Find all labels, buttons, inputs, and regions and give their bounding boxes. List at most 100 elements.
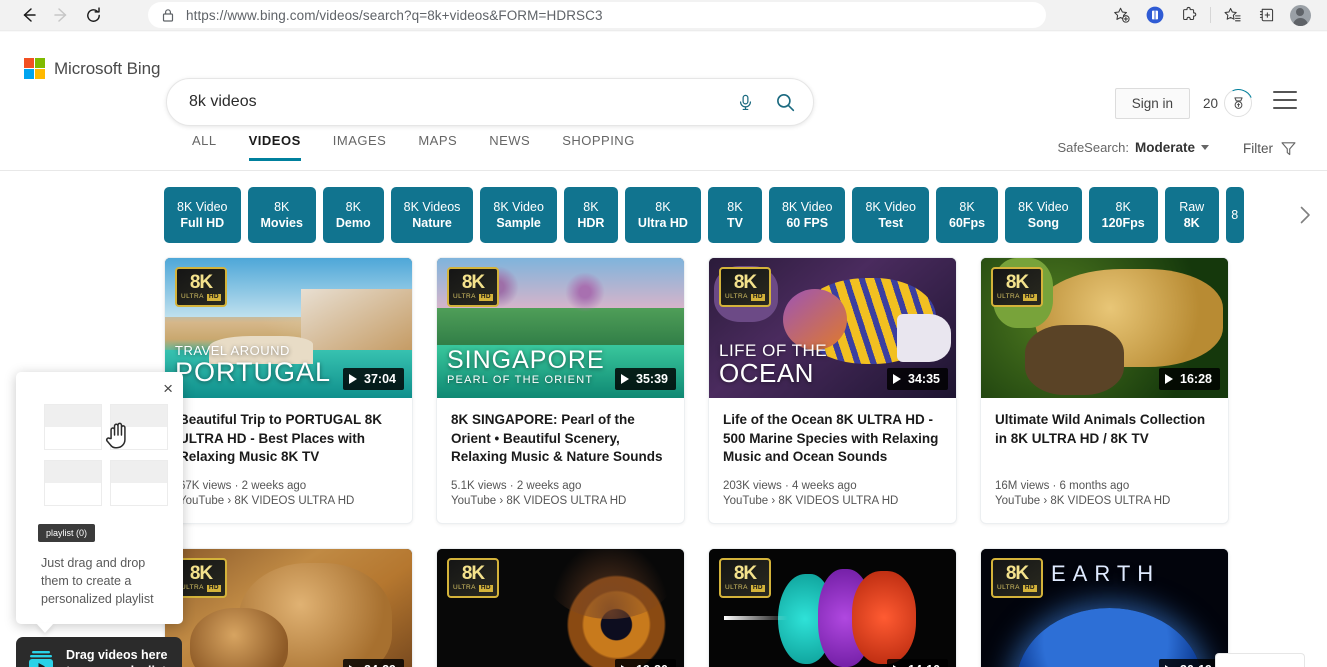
address-bar[interactable]: https://www.bing.com/videos/search?q=8k+… (148, 2, 1046, 28)
playlist-drop-bar[interactable]: Drag videos here to save a playlist (16, 637, 182, 667)
video-title[interactable]: Beautiful Trip to PORTUGAL 8K ULTRA HD -… (179, 411, 398, 467)
related-pill-8k-ultra-hd[interactable]: 8K Ultra HD (625, 187, 701, 243)
profile-button[interactable] (1283, 1, 1317, 29)
favorites-button[interactable] (1215, 1, 1249, 29)
video-thumbnail[interactable]: 8K ULTRA HD EARTH 30:19 (981, 549, 1228, 667)
video-title[interactable]: Ultimate Wild Animals Collection in 8K U… (995, 411, 1214, 467)
pill-line-1: 8K Videos (404, 199, 461, 215)
related-pill-8k-videos-nature[interactable]: 8K Videos Nature (391, 187, 474, 243)
badge-hd-text: HD (751, 294, 765, 301)
pill-line-1: 8 (1231, 207, 1238, 223)
badge-ultra-text: ULTRA (725, 294, 748, 301)
close-icon[interactable]: × (163, 380, 173, 397)
related-pill-8k-hdr[interactable]: 8K HDR (564, 187, 618, 243)
video-duration-badge: 37:04 (343, 368, 404, 390)
video-thumbnail[interactable]: 8K ULTRA HD 19:30 (437, 549, 684, 667)
thumbnail-overlay-title: EARTH (1051, 563, 1160, 585)
related-pill-8k-video-test[interactable]: 8K Video Test (852, 187, 929, 243)
video-card[interactable]: 8K ULTRA HD 19:30 (436, 548, 685, 667)
rewards-widget[interactable]: 20 (1203, 89, 1252, 117)
overlay-line-1: SINGAPORE (447, 348, 605, 373)
tab-maps[interactable]: MAPS (402, 133, 473, 161)
related-pill-8k-video-full-hd[interactable]: 8K Video Full HD (164, 187, 241, 243)
duration-text: 14:16 (908, 663, 940, 667)
pill-line-2: Full HD (180, 215, 224, 231)
video-thumbnail[interactable]: 8K ULTRA HD 14:16 (709, 549, 956, 667)
tab-all[interactable]: ALL (176, 133, 233, 161)
reload-button[interactable] (78, 1, 108, 29)
pill-line-1: 8K Video (865, 199, 916, 215)
pill-line-1: 8K (583, 199, 598, 215)
forward-button[interactable] (46, 1, 76, 29)
video-card[interactable]: 8K ULTRA HD 14:16 (708, 548, 957, 667)
video-duration-badge: 35:39 (615, 368, 676, 390)
immersive-reader-button[interactable] (1138, 1, 1172, 29)
related-pill-8k-60fps[interactable]: 8K 60Fps (936, 187, 998, 243)
video-card[interactable]: 8K ULTRA HD LIFE OF THE OCEAN 34:35 (708, 257, 957, 524)
tab-news[interactable]: NEWS (473, 133, 546, 161)
related-pill-8k-demo[interactable]: 8K Demo (323, 187, 384, 243)
pill-line-1: 8K (655, 199, 670, 215)
back-arrow-icon (20, 6, 38, 24)
video-thumbnail[interactable]: 8K ULTRA HD 16:28 (981, 258, 1228, 398)
related-pill-clipped[interactable]: 8 (1226, 187, 1244, 243)
related-pill-8k-video-60-fps[interactable]: 8K Video 60 FPS (769, 187, 846, 243)
tab-images[interactable]: IMAGES (317, 133, 403, 161)
safesearch-control[interactable]: SafeSearch: Moderate (1057, 140, 1209, 155)
pill-line-1: 8K Video (1018, 199, 1069, 215)
video-card[interactable]: 8K ULTRA HD 16:28 Ultimate Wild Animals … (980, 257, 1229, 524)
video-thumbnail[interactable]: 8K ULTRA HD TRAVEL AROUND PORTUGAL 37:04 (165, 258, 412, 398)
search-box[interactable] (166, 78, 814, 126)
browser-toolbar-actions (1104, 0, 1327, 30)
pill-line-2: 8K (1184, 215, 1200, 231)
badge-8k-text: 8K (1006, 564, 1028, 583)
playlist-placeholder (44, 404, 102, 450)
filter-control[interactable]: Filter (1243, 140, 1297, 157)
add-favorite-button[interactable] (1104, 1, 1138, 29)
badge-hd-text: HD (207, 294, 221, 301)
medal-icon (1231, 96, 1246, 111)
video-thumbnail[interactable]: 8K ULTRA HD SINGAPORE PEARL OF THE ORIEN… (437, 258, 684, 398)
voice-search-button[interactable] (725, 79, 765, 125)
video-title[interactable]: 8K SINGAPORE: Pearl of the Orient • Beau… (451, 411, 670, 467)
search-submit-button[interactable] (765, 79, 805, 125)
main-menu-button[interactable] (1273, 91, 1297, 109)
video-card[interactable]: 8K ULTRA HD 24:29 (164, 548, 413, 667)
video-title[interactable]: Life of the Ocean 8K ULTRA HD - 500 Mari… (723, 411, 942, 467)
tab-shopping[interactable]: SHOPPING (546, 133, 651, 161)
lock-icon (160, 7, 176, 23)
bing-logo[interactable]: Microsoft Bing (24, 58, 160, 79)
related-pill-8k-120fps[interactable]: 8K 120Fps (1089, 187, 1158, 243)
related-searches-next-button[interactable] (1291, 201, 1319, 229)
bing-header: Microsoft Bing Sign in 20 (0, 32, 1327, 140)
toolbar-divider (1210, 7, 1211, 23)
tab-videos[interactable]: VIDEOS (233, 133, 317, 161)
pill-line-2: 60 FPS (786, 215, 828, 231)
video-thumbnail[interactable]: 8K ULTRA HD 24:29 (165, 549, 412, 667)
collections-button[interactable] (1249, 1, 1283, 29)
safesearch-value: Moderate (1135, 140, 1195, 155)
sign-in-button[interactable]: Sign in (1115, 88, 1190, 119)
related-pill-8k-video-song[interactable]: 8K Video Song (1005, 187, 1082, 243)
back-button[interactable] (14, 1, 44, 29)
video-card[interactable]: 8K ULTRA HD TRAVEL AROUND PORTUGAL 37:04 (164, 257, 413, 524)
video-card-body: 8K SINGAPORE: Pearl of the Orient • Beau… (437, 398, 684, 523)
pill-line-2: Nature (412, 215, 452, 231)
video-card-body: Ultimate Wild Animals Collection in 8K U… (981, 398, 1228, 523)
related-pill-8k-movies[interactable]: 8K Movies (248, 187, 316, 243)
search-input[interactable] (167, 93, 725, 111)
extensions-button[interactable] (1172, 1, 1206, 29)
results-column: 8K ULTRA HD 16:28 Ultimate Wild Animals … (980, 257, 1229, 667)
overlay-line-2: OCEAN (719, 360, 827, 386)
bing-page: Microsoft Bing Sign in 20 (0, 32, 1327, 667)
drag-line-1: Drag videos here (66, 647, 167, 663)
related-pill-raw-8k[interactable]: Raw 8K (1165, 187, 1219, 243)
video-thumbnail[interactable]: 8K ULTRA HD LIFE OF THE OCEAN 34:35 (709, 258, 956, 398)
video-card[interactable]: 8K ULTRA HD EARTH 30:19 (980, 548, 1229, 667)
safesearch-label: SafeSearch: (1057, 140, 1129, 155)
related-pill-8k-tv[interactable]: 8K TV (708, 187, 762, 243)
video-card[interactable]: 8K ULTRA HD SINGAPORE PEARL OF THE ORIEN… (436, 257, 685, 524)
related-pill-8k-video-sample[interactable]: 8K Video Sample (480, 187, 557, 243)
8k-ultra-hd-badge: 8K ULTRA HD (447, 558, 499, 598)
duration-text: 34:35 (908, 372, 940, 386)
